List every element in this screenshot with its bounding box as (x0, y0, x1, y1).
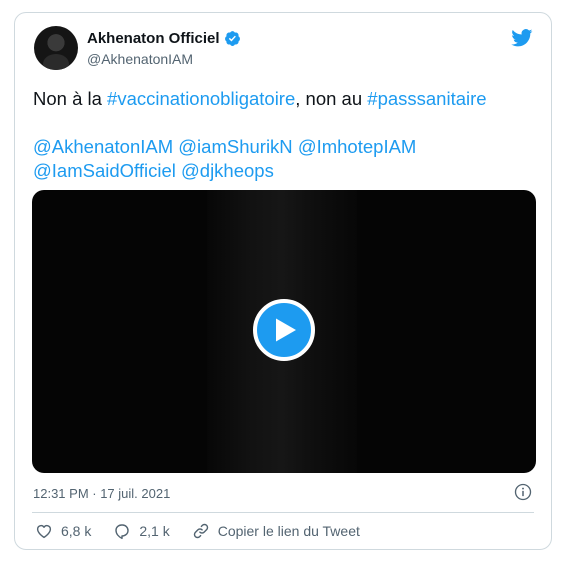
tweet-card: Akhenaton Officiel @AkhenatonIAM Non à l… (14, 12, 552, 550)
mention-link-imhotep[interactable]: @ImhotepIAM (298, 136, 417, 157)
link-icon (193, 523, 208, 539)
mention-link-said[interactable]: @IamSaidOfficiel (33, 160, 176, 181)
hashtag-link-passsanitaire[interactable]: #passsanitaire (367, 88, 486, 109)
mention-link-akhenaton[interactable]: @AkhenatonIAM (33, 136, 173, 157)
mention-link-shurikn[interactable]: @iamShurikN (178, 136, 292, 157)
tweet-timestamp[interactable]: 12:31 PM · 17 juil. 2021 (33, 486, 170, 501)
tweet-text-intro-2: , non au (295, 88, 368, 109)
author-display-name[interactable]: Akhenaton Officiel (87, 30, 220, 47)
tweet-actions: 6,8 k 2,1 k Copier le lien du Tweet (35, 522, 360, 540)
info-icon[interactable] (514, 483, 532, 501)
heart-icon (36, 524, 52, 539)
play-icon (276, 318, 296, 342)
reply-button[interactable]: 2,1 k (113, 522, 170, 540)
mention-link-djkheops[interactable]: @djkheops (181, 160, 274, 181)
author-handle[interactable]: @AkhenatonIAM (87, 51, 193, 67)
twitter-bird-icon[interactable] (511, 29, 533, 47)
like-count: 6,8 k (61, 523, 92, 539)
play-button[interactable] (253, 299, 315, 361)
author-name-row: Akhenaton Officiel (87, 30, 241, 47)
divider (32, 512, 534, 513)
tweet-text: Non à la #vaccinationobligatoire, non au… (33, 87, 538, 183)
tweet-text-intro-1: Non à la (33, 88, 108, 109)
tweet-text-line-1: Non à la #vaccinationobligatoire, non au… (33, 87, 538, 111)
verified-badge-icon (224, 31, 240, 46)
avatar[interactable] (34, 26, 78, 70)
copy-link-label: Copier le lien du Tweet (217, 523, 360, 539)
reply-count: 2,1 k (139, 523, 170, 539)
tweet-text-line-2: @AkhenatonIAM @iamShurikN @ImhotepIAM (33, 135, 538, 159)
reply-bubble-icon (115, 524, 130, 540)
like-button[interactable]: 6,8 k (35, 522, 91, 540)
tweet-text-line-3: @IamSaidOfficiel @djkheops (33, 159, 538, 183)
video-player[interactable] (32, 190, 536, 473)
hashtag-link-vaccination[interactable]: #vaccinationobligatoire (107, 88, 295, 109)
copy-link-button[interactable]: Copier le lien du Tweet (192, 522, 360, 540)
